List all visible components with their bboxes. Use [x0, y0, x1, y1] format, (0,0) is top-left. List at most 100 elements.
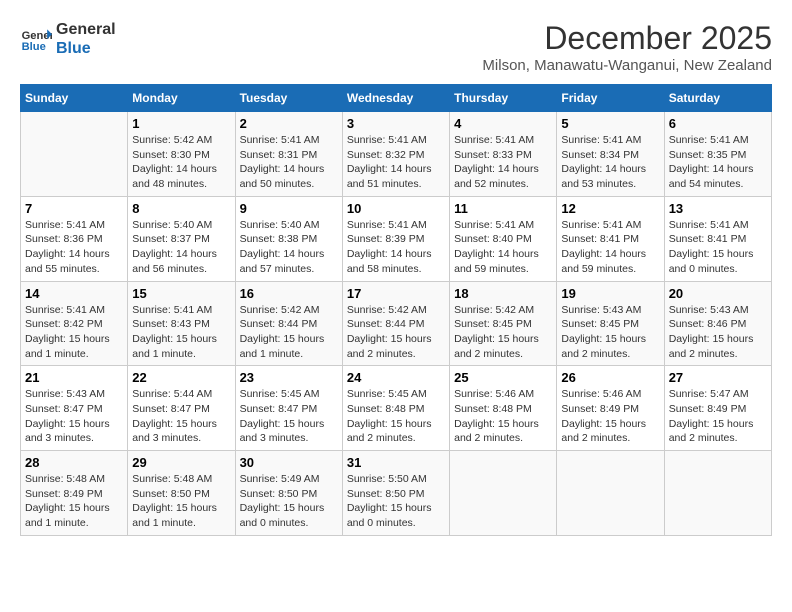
calendar-cell [664, 451, 771, 536]
calendar-cell: 11Sunrise: 5:41 AMSunset: 8:40 PMDayligh… [450, 196, 557, 281]
calendar-cell: 8Sunrise: 5:40 AMSunset: 8:37 PMDaylight… [128, 196, 235, 281]
day-info: Sunrise: 5:48 AMSunset: 8:50 PMDaylight:… [132, 472, 230, 531]
week-row-1: 1Sunrise: 5:42 AMSunset: 8:30 PMDaylight… [21, 112, 772, 197]
week-row-5: 28 Sunrise: 5:48 AMSunset: 8:49 PMDayligh… [21, 451, 772, 536]
day-number: 4 [454, 116, 552, 131]
logo-blue: Blue [56, 39, 116, 58]
logo: General Blue General Blue [20, 20, 116, 58]
day-info: Sunrise: 5:46 AMSunset: 8:49 PMDaylight:… [561, 387, 659, 446]
calendar-cell: 15Sunrise: 5:41 AMSunset: 8:43 PMDayligh… [128, 281, 235, 366]
day-info: Sunrise: 5:42 AMSunset: 8:45 PMDaylight:… [454, 303, 552, 362]
calendar-cell: 28 Sunrise: 5:48 AMSunset: 8:49 PMDayligh… [21, 451, 128, 536]
day-info: Sunrise: 5:41 AMSunset: 8:34 PMDaylight:… [561, 133, 659, 192]
calendar-cell: 12 Sunrise: 5:41 AMSunset: 8:41 PMDayligh… [557, 196, 664, 281]
logo-icon: General Blue [20, 23, 52, 55]
day-info: Sunrise: 5:41 AMSunset: 8:42 PMDaylight:… [25, 303, 123, 362]
calendar-cell: 26 Sunrise: 5:46 AMSunset: 8:49 PMDayligh… [557, 366, 664, 451]
day-number: 1 [132, 116, 230, 131]
day-info: Sunrise: 5:40 AMSunset: 8:37 PMDaylight:… [132, 218, 230, 277]
day-number: 13 [669, 201, 767, 216]
day-number: 26 [561, 370, 659, 385]
calendar-header: SundayMondayTuesdayWednesdayThursdayFrid… [21, 85, 772, 112]
calendar-cell: 1Sunrise: 5:42 AMSunset: 8:30 PMDaylight… [128, 112, 235, 197]
calendar-cell: 7 Sunrise: 5:41 AMSunset: 8:36 PMDaylight… [21, 196, 128, 281]
day-info: Sunrise: 5:41 AMSunset: 8:33 PMDaylight:… [454, 133, 552, 192]
calendar-cell: 4 Sunrise: 5:41 AMSunset: 8:33 PMDaylight… [450, 112, 557, 197]
calendar-cell: 3 Sunrise: 5:41 AMSunset: 8:32 PMDaylight… [342, 112, 449, 197]
day-number: 30 [240, 455, 338, 470]
day-info: Sunrise: 5:42 AMSunset: 8:44 PMDaylight:… [347, 303, 445, 362]
calendar-cell: 6Sunrise: 5:41 AMSunset: 8:35 PMDaylight… [664, 112, 771, 197]
calendar-cell: 25 Sunrise: 5:46 AMSunset: 8:48 PMDayligh… [450, 366, 557, 451]
day-info: Sunrise: 5:41 AMSunset: 8:32 PMDaylight:… [347, 133, 445, 192]
day-number: 20 [669, 286, 767, 301]
day-number: 2 [240, 116, 338, 131]
header-wednesday: Wednesday [342, 85, 449, 112]
calendar-cell: 30 Sunrise: 5:49 AMSunset: 8:50 PMDayligh… [235, 451, 342, 536]
calendar-cell: 5 Sunrise: 5:41 AMSunset: 8:34 PMDaylight… [557, 112, 664, 197]
day-number: 17 [347, 286, 445, 301]
calendar-cell: 9Sunrise: 5:40 AMSunset: 8:38 PMDaylight… [235, 196, 342, 281]
day-info: Sunrise: 5:40 AMSunset: 8:38 PMDaylight:… [240, 218, 338, 277]
day-number: 10 [347, 201, 445, 216]
calendar-cell: 13 Sunrise: 5:41 AMSunset: 8:41 PMDayligh… [664, 196, 771, 281]
day-number: 23 [240, 370, 338, 385]
day-number: 24 [347, 370, 445, 385]
day-info: Sunrise: 5:47 AMSunset: 8:49 PMDaylight:… [669, 387, 767, 446]
week-row-2: 7 Sunrise: 5:41 AMSunset: 8:36 PMDaylight… [21, 196, 772, 281]
calendar-cell: 19 Sunrise: 5:43 AMSunset: 8:45 PMDayligh… [557, 281, 664, 366]
header-saturday: Saturday [664, 85, 771, 112]
day-info: Sunrise: 5:45 AMSunset: 8:48 PMDaylight:… [347, 387, 445, 446]
day-info: Sunrise: 5:50 AMSunset: 8:50 PMDaylight:… [347, 472, 445, 531]
day-number: 12 [561, 201, 659, 216]
day-info: Sunrise: 5:48 AMSunset: 8:49 PMDaylight:… [25, 472, 123, 531]
calendar-cell: 20Sunrise: 5:43 AMSunset: 8:46 PMDayligh… [664, 281, 771, 366]
day-number: 15 [132, 286, 230, 301]
day-number: 5 [561, 116, 659, 131]
calendar-body: 1Sunrise: 5:42 AMSunset: 8:30 PMDaylight… [21, 112, 772, 536]
day-info: Sunrise: 5:41 AMSunset: 8:41 PMDaylight:… [669, 218, 767, 277]
day-number: 6 [669, 116, 767, 131]
day-number: 11 [454, 201, 552, 216]
day-number: 22 [132, 370, 230, 385]
calendar-cell: 18 Sunrise: 5:42 AMSunset: 8:45 PMDayligh… [450, 281, 557, 366]
calendar-cell: 16 Sunrise: 5:42 AMSunset: 8:44 PMDayligh… [235, 281, 342, 366]
day-info: Sunrise: 5:46 AMSunset: 8:48 PMDaylight:… [454, 387, 552, 446]
day-info: Sunrise: 5:42 AMSunset: 8:44 PMDaylight:… [240, 303, 338, 362]
svg-text:Blue: Blue [22, 41, 46, 53]
calendar-cell: 24 Sunrise: 5:45 AMSunset: 8:48 PMDayligh… [342, 366, 449, 451]
day-info: Sunrise: 5:43 AMSunset: 8:47 PMDaylight:… [25, 387, 123, 446]
main-title: December 2025 [482, 20, 772, 57]
header-sunday: Sunday [21, 85, 128, 112]
header-friday: Friday [557, 85, 664, 112]
day-number: 3 [347, 116, 445, 131]
day-info: Sunrise: 5:44 AMSunset: 8:47 PMDaylight:… [132, 387, 230, 446]
calendar-cell: 14 Sunrise: 5:41 AMSunset: 8:42 PMDayligh… [21, 281, 128, 366]
calendar-cell: 21Sunrise: 5:43 AMSunset: 8:47 PMDayligh… [21, 366, 128, 451]
calendar-cell: 27 Sunrise: 5:47 AMSunset: 8:49 PMDayligh… [664, 366, 771, 451]
header-row: SundayMondayTuesdayWednesdayThursdayFrid… [21, 85, 772, 112]
day-number: 7 [25, 201, 123, 216]
day-number: 18 [454, 286, 552, 301]
day-info: Sunrise: 5:41 AMSunset: 8:36 PMDaylight:… [25, 218, 123, 277]
page-header: General Blue General Blue December 2025 … [20, 20, 772, 74]
day-number: 27 [669, 370, 767, 385]
day-number: 25 [454, 370, 552, 385]
header-monday: Monday [128, 85, 235, 112]
day-info: Sunrise: 5:49 AMSunset: 8:50 PMDaylight:… [240, 472, 338, 531]
calendar-cell: 23Sunrise: 5:45 AMSunset: 8:47 PMDayligh… [235, 366, 342, 451]
day-info: Sunrise: 5:41 AMSunset: 8:41 PMDaylight:… [561, 218, 659, 277]
day-number: 14 [25, 286, 123, 301]
calendar-cell [21, 112, 128, 197]
day-number: 16 [240, 286, 338, 301]
week-row-3: 14 Sunrise: 5:41 AMSunset: 8:42 PMDayligh… [21, 281, 772, 366]
day-info: Sunrise: 5:43 AMSunset: 8:45 PMDaylight:… [561, 303, 659, 362]
calendar-cell: 10Sunrise: 5:41 AMSunset: 8:39 PMDayligh… [342, 196, 449, 281]
subtitle: Milson, Manawatu-Wanganui, New Zealand [482, 57, 772, 74]
day-number: 19 [561, 286, 659, 301]
header-tuesday: Tuesday [235, 85, 342, 112]
day-number: 28 [25, 455, 123, 470]
week-row-4: 21Sunrise: 5:43 AMSunset: 8:47 PMDayligh… [21, 366, 772, 451]
header-thursday: Thursday [450, 85, 557, 112]
day-number: 29 [132, 455, 230, 470]
